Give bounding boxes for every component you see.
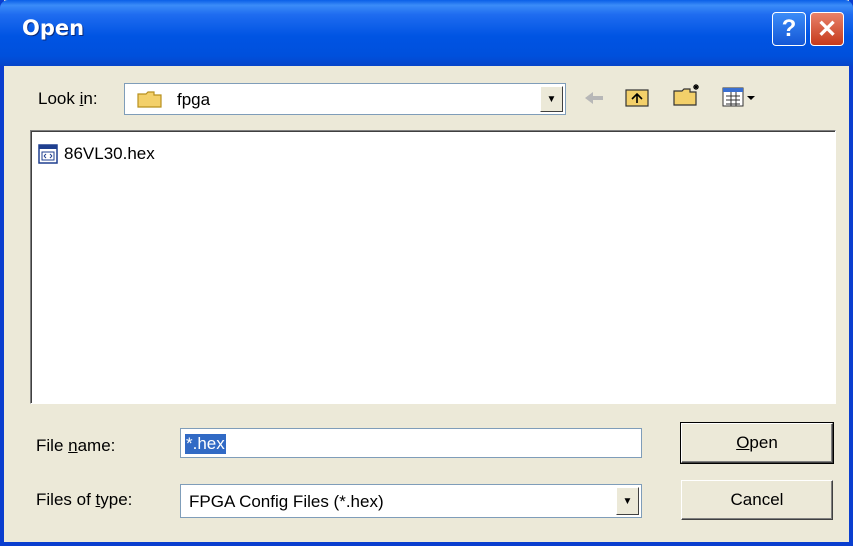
chevron-down-icon: ▼: [546, 93, 557, 105]
look-in-value: fpga: [177, 90, 211, 109]
file-name-input[interactable]: *.hex: [180, 428, 642, 458]
up-folder-icon[interactable]: [624, 86, 650, 108]
file-list[interactable]: 86VL30.hex: [30, 130, 836, 404]
file-name-text: 86VL30.hex: [64, 144, 155, 163]
back-arrow-icon[interactable]: [582, 88, 606, 108]
file-type-label: Files of type:: [36, 490, 133, 509]
look-in-combo[interactable]: fpga ▼: [124, 83, 566, 115]
file-type-value: FPGA Config Files (*.hex): [189, 492, 384, 511]
file-type-dropdown-button[interactable]: ▼: [616, 487, 639, 515]
help-button[interactable]: ?: [772, 12, 806, 46]
chevron-down-icon: ▼: [622, 495, 633, 507]
view-menu-icon[interactable]: [722, 86, 758, 108]
file-name-value: *.hex: [185, 434, 226, 454]
title-bar[interactable]: Open ? ✕: [0, 0, 853, 66]
cancel-button[interactable]: Cancel: [681, 480, 833, 520]
window-title: Open: [22, 16, 85, 40]
new-folder-icon[interactable]: [672, 82, 704, 108]
folder-icon: [137, 91, 162, 108]
file-type-select[interactable]: FPGA Config Files (*.hex) ▼: [180, 484, 642, 518]
look-in-dropdown-button[interactable]: ▼: [540, 86, 563, 112]
list-item[interactable]: 86VL30.hex: [37, 143, 155, 165]
close-button[interactable]: ✕: [810, 12, 844, 46]
look-in-label: Look in:: [38, 89, 98, 108]
hex-file-icon: [38, 144, 58, 164]
open-button[interactable]: Open: [680, 422, 834, 464]
file-name-label: File name:: [36, 436, 116, 455]
